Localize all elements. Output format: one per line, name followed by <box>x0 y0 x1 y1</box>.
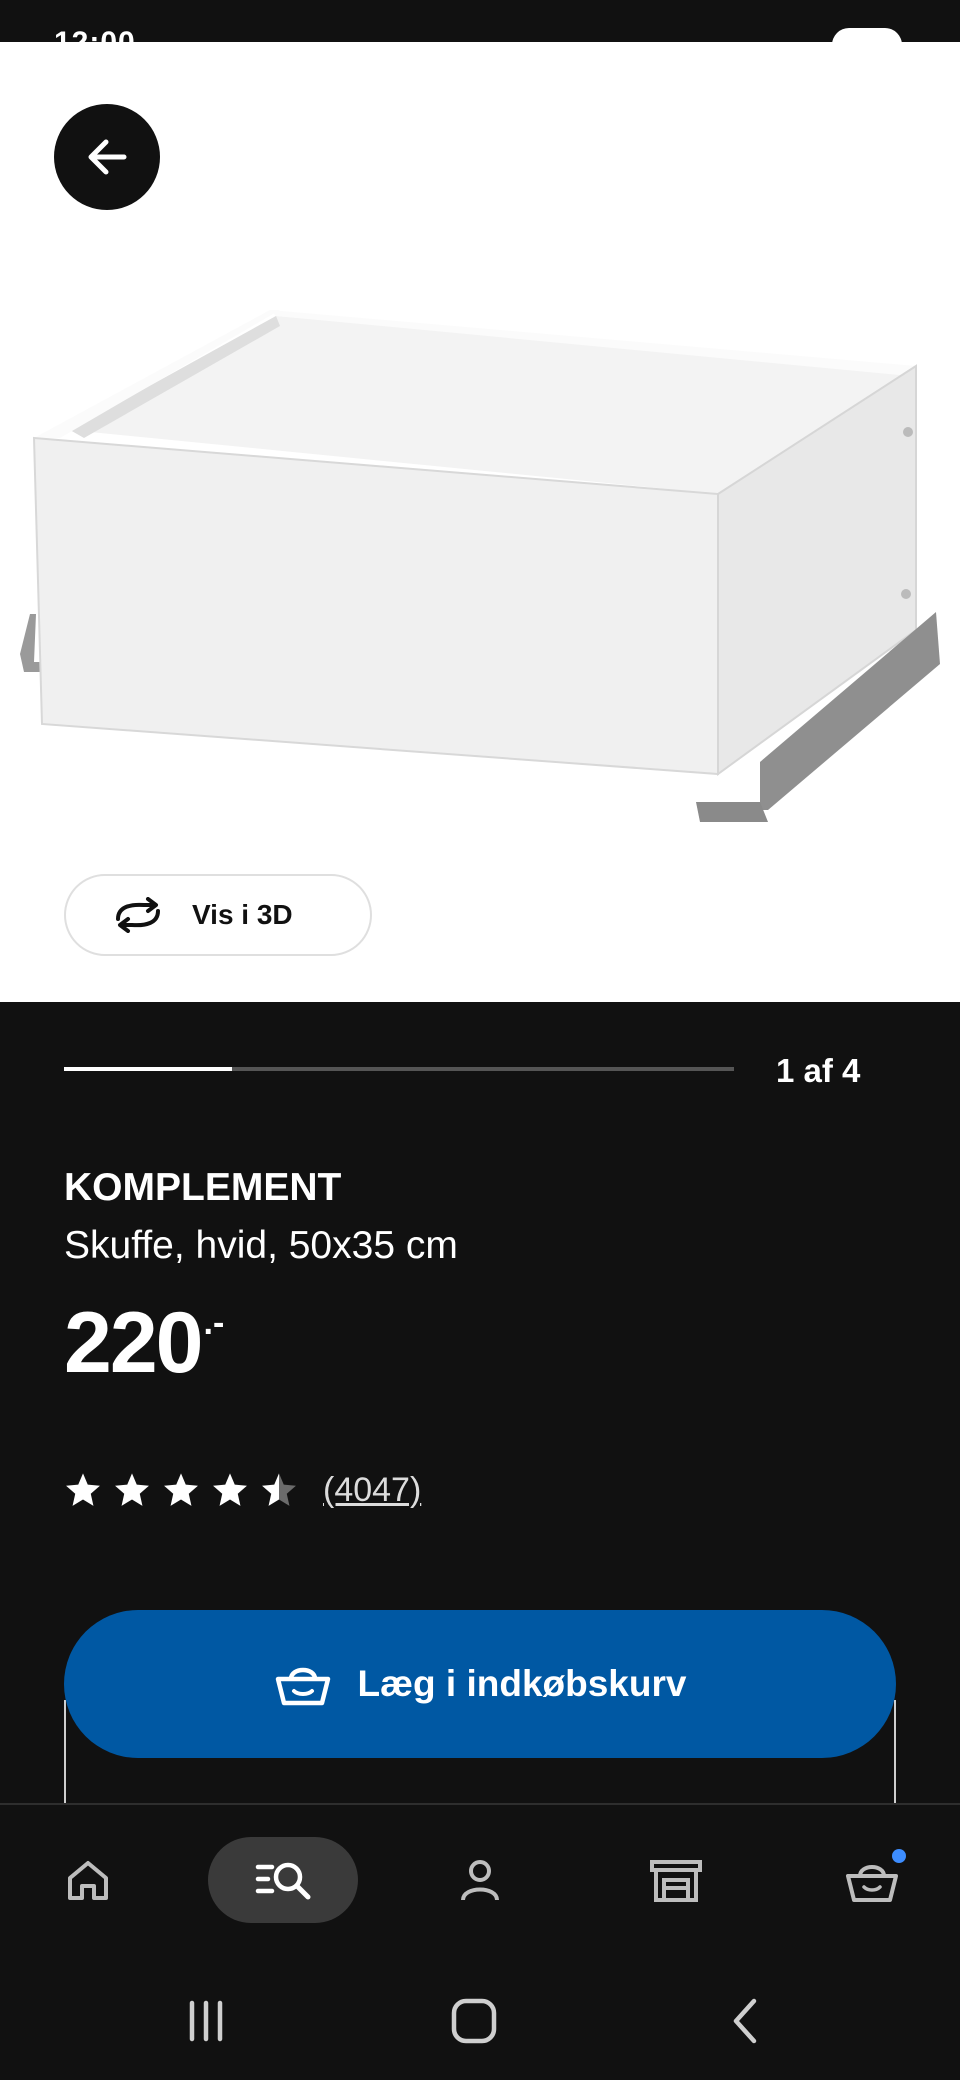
product-image <box>20 310 940 822</box>
nav-search[interactable] <box>208 1837 358 1923</box>
recent-apps-button[interactable] <box>176 1991 236 2051</box>
view-3d-label: Vis i 3D <box>192 899 293 930</box>
system-navigation <box>0 1953 960 2080</box>
review-count-link[interactable]: (4047) <box>323 1471 421 1510</box>
view-3d-button[interactable]: Vis i 3D <box>64 874 372 956</box>
rating-row[interactable]: (4047) <box>64 1468 421 1512</box>
arrow-left-icon <box>88 139 127 175</box>
nav-stores[interactable] <box>634 1837 718 1923</box>
home-icon <box>68 1861 108 1900</box>
product-name: KOMPLEMENT <box>64 1166 342 1209</box>
search-icon <box>255 1862 311 1900</box>
nav-cart[interactable] <box>830 1837 914 1923</box>
star-icon <box>115 1473 149 1506</box>
recent-apps-icon <box>189 2000 223 2042</box>
home-system-icon <box>451 1998 497 2044</box>
star-half-icon <box>262 1473 296 1506</box>
rotate-3d-icon <box>116 897 160 933</box>
back-system-button[interactable] <box>716 1991 776 2051</box>
star-icon <box>213 1473 247 1506</box>
cart-badge <box>892 1849 906 1863</box>
add-to-cart-label: Læg i indkøbskurv <box>357 1663 687 1704</box>
home-system-button[interactable] <box>444 1991 504 2051</box>
chevron-left-icon <box>733 1998 757 2044</box>
back-button[interactable] <box>54 104 160 210</box>
product-price: 220 .- <box>64 1300 224 1386</box>
add-to-cart-button[interactable]: Læg i indkøbskurv <box>64 1610 896 1758</box>
basket-icon <box>275 1667 330 1706</box>
battery-icon <box>832 28 902 42</box>
star-icon <box>66 1473 100 1506</box>
star-icon <box>164 1473 198 1506</box>
nav-home[interactable] <box>46 1837 130 1923</box>
nav-profile[interactable] <box>438 1837 522 1923</box>
cart-icon <box>846 1865 898 1902</box>
store-icon <box>650 1860 702 1902</box>
product-image-gallery[interactable]: Vis i 3D <box>0 42 960 1002</box>
price-value: 220 <box>64 1295 203 1391</box>
gallery-counter: 1 af 4 <box>776 1052 861 1089</box>
gallery-progress-fill <box>64 1067 232 1071</box>
status-time: 12:00 <box>54 26 136 42</box>
profile-icon <box>461 1860 499 1901</box>
status-icons <box>762 28 902 42</box>
bottom-navigation <box>0 1803 960 1955</box>
gallery-progress-bar <box>64 1067 734 1071</box>
product-description: Skuffe, hvid, 50x35 cm <box>64 1224 458 1267</box>
status-bar: 12:00 <box>0 0 960 42</box>
price-suffix: .- <box>203 1304 225 1342</box>
